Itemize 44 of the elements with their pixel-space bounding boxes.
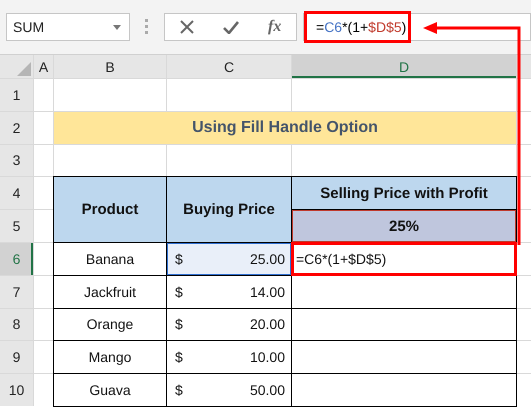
dropdown-caret-icon[interactable]: [113, 24, 121, 30]
enter-check-icon[interactable]: [222, 20, 239, 34]
table-header: Buying Price: [167, 177, 291, 242]
formula-text: =C6*(1+$D$5): [304, 11, 412, 43]
table-cell: Orange: [54, 308, 166, 340]
column-header[interactable]: A: [34, 55, 53, 78]
row-header[interactable]: 3: [0, 144, 33, 176]
table-cell: =C6*(1+$D$5): [292, 242, 516, 275]
row-header[interactable]: 5: [0, 210, 33, 242]
row-header[interactable]: 9: [0, 341, 33, 374]
column-header[interactable]: B: [54, 55, 166, 78]
insert-function-button[interactable]: fx: [268, 18, 282, 36]
table-header: Selling Price with Profit: [292, 177, 516, 210]
currency-symbol: $: [175, 284, 183, 300]
row-header[interactable]: 2: [0, 112, 33, 144]
drag-handle-icon[interactable]: [145, 19, 148, 35]
table-header: Product: [54, 177, 166, 242]
currency-symbol: $: [175, 349, 183, 366]
row-header[interactable]: 8: [0, 308, 33, 340]
column-header[interactable]: D: [292, 55, 516, 78]
row-header[interactable]: 10: [0, 374, 33, 406]
table-cell: 20.00: [250, 316, 285, 332]
row-header[interactable]: 1: [0, 79, 33, 111]
row-header[interactable]: 4: [0, 177, 33, 210]
table-cell: 25.00: [250, 250, 285, 267]
name-box[interactable]: SUM: [6, 13, 130, 41]
table-cell: Banana: [54, 242, 166, 275]
table-cell: 50.00: [250, 382, 285, 398]
sheet-title: Using Fill Handle Option: [54, 112, 516, 144]
cancel-icon[interactable]: [180, 20, 194, 34]
table-cell: 14.00: [250, 284, 285, 300]
currency-symbol: $: [175, 382, 183, 398]
table-cell: 25%: [292, 210, 516, 242]
formula-bar[interactable]: =C6*(1+$D$5): [303, 13, 531, 41]
table-cell: Mango: [54, 341, 166, 374]
currency-symbol: $: [175, 250, 183, 267]
row-header[interactable]: 7: [0, 276, 33, 308]
table-cell: Guava: [54, 374, 166, 406]
table-cell: Jackfruit: [54, 276, 166, 308]
row-header[interactable]: 6: [0, 242, 33, 275]
select-all-icon[interactable]: [17, 62, 31, 76]
column-header[interactable]: C: [167, 55, 291, 78]
table-cell: 10.00: [250, 349, 285, 366]
currency-symbol: $: [175, 316, 183, 332]
